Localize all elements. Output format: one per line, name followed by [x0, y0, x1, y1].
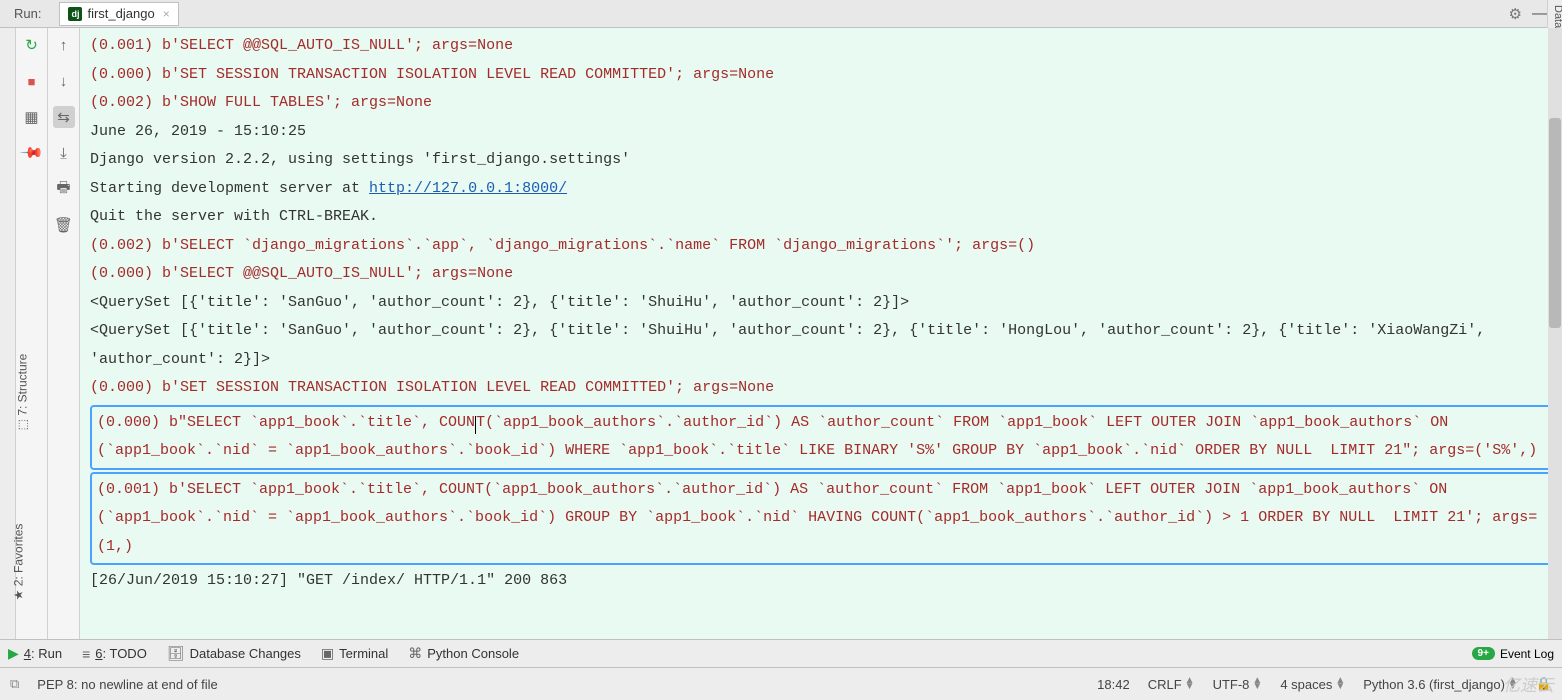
log-line: Django version 2.2.2, using settings 'fi… [90, 146, 1552, 175]
log-line: (0.001) b'SELECT @@SQL_AUTO_IS_NULL'; ar… [90, 32, 1552, 61]
log-line: (0.000) b'SET SESSION TRANSACTION ISOLAT… [90, 374, 1552, 403]
minimize-icon[interactable]: — [1532, 5, 1548, 23]
run-tab[interactable]: dj first_django × [59, 2, 178, 26]
close-icon[interactable]: × [163, 7, 170, 21]
run-bottom-tab[interactable]: ▶4: Run [8, 645, 62, 662]
event-log-tab[interactable]: 9+Event Log [1472, 647, 1554, 661]
soft-wrap-icon[interactable]: ⇆ [53, 106, 75, 128]
log-line: Quit the server with CTRL-BREAK. [90, 203, 1552, 232]
database-icon: 🗄 [167, 645, 185, 662]
terminal-tab[interactable]: ▣Terminal [321, 645, 388, 662]
status-bar: ⧉ PEP 8: no newline at end of file 18:42… [0, 667, 1562, 700]
indent-selector[interactable]: 4 spaces▲▼ [1280, 677, 1345, 692]
left-side-tabs: ⬚ 7: Structure ★ 2: Favorites [0, 28, 16, 639]
list-icon: ≡ [82, 646, 90, 662]
gear-icon[interactable]: ⚙ [1509, 5, 1522, 23]
pin-icon[interactable]: 📌 [16, 137, 47, 168]
main-area: ⬚ 7: Structure ★ 2: Favorites ↻ ■ ▦ 📌 ↑ … [0, 28, 1562, 639]
django-icon: dj [68, 7, 82, 21]
play-icon: ▶ [8, 645, 19, 662]
server-url-link[interactable]: http://127.0.0.1:8000/ [369, 180, 567, 197]
status-icon[interactable]: ⧉ [10, 676, 19, 692]
stop-icon[interactable]: ■ [21, 70, 43, 92]
favorites-side-tab[interactable]: ★ 2: Favorites [11, 524, 25, 601]
watermark: 亿速云 [1503, 671, 1554, 696]
line-ending-selector[interactable]: CRLF▲▼ [1148, 677, 1195, 692]
log-line: (0.001) b'SELECT `app1_book`.`title`, CO… [97, 481, 1537, 555]
terminal-icon: ▣ [321, 645, 334, 662]
bottom-toolbar: ▶4: Run ≡6: TODO 🗄Database Changes ▣Term… [0, 639, 1562, 667]
event-badge-icon: 9+ [1472, 647, 1495, 660]
print-icon[interactable]: 🖶 [53, 178, 75, 200]
console-output[interactable]: (0.001) b'SELECT @@SQL_AUTO_IS_NULL'; ar… [80, 28, 1562, 639]
run-label: Run: [0, 6, 55, 21]
database-changes-tab[interactable]: 🗄Database Changes [167, 645, 301, 662]
tool-window-header: Run: dj first_django × ⚙ — Database [0, 0, 1562, 28]
layout-icon[interactable]: ▦ [21, 106, 43, 128]
python-console-tab[interactable]: ⌘Python Console [408, 645, 519, 662]
right-gutter: Database [1547, 0, 1562, 28]
structure-side-tab[interactable]: ⬚ 7: Structure [15, 354, 29, 431]
log-line: (0.000) b'SELECT @@SQL_AUTO_IS_NULL'; ar… [90, 260, 1552, 289]
scroll-to-end-icon[interactable]: ⤓ [53, 142, 75, 164]
log-line: (0.000) b"SELECT `app1_book`.`title`, CO… [97, 414, 1537, 460]
highlighted-query-2: (0.001) b'SELECT `app1_book`.`title`, CO… [90, 472, 1552, 566]
log-line: <QuerySet [{'title': 'SanGuo', 'author_c… [90, 289, 1552, 318]
python-icon: ⌘ [408, 645, 422, 662]
highlighted-query-1: (0.000) b"SELECT `app1_book`.`title`, CO… [90, 405, 1552, 470]
clear-icon[interactable]: 🗑 [53, 214, 75, 236]
status-message: PEP 8: no newline at end of file [37, 677, 217, 692]
log-line: (0.002) b'SHOW FULL TABLES'; args=None [90, 89, 1552, 118]
down-stack-icon[interactable]: ↓ [53, 70, 75, 92]
tab-label: first_django [87, 6, 154, 21]
log-line: Starting development server at http://12… [90, 175, 1552, 204]
scrollbar-thumb[interactable] [1549, 118, 1561, 328]
status-time: 18:42 [1097, 677, 1130, 692]
log-line: (0.002) b'SELECT `django_migrations`.`ap… [90, 232, 1552, 261]
todo-bottom-tab[interactable]: ≡6: TODO [82, 646, 147, 662]
rerun-icon[interactable]: ↻ [21, 34, 43, 56]
scrollbar-track[interactable] [1548, 28, 1562, 639]
up-stack-icon[interactable]: ↑ [53, 34, 75, 56]
log-line: <QuerySet [{'title': 'SanGuo', 'author_c… [90, 317, 1552, 374]
interpreter-selector[interactable]: Python 3.6 (first_django)▲▼ [1363, 677, 1518, 692]
text-cursor [475, 416, 476, 434]
encoding-selector[interactable]: UTF-8▲▼ [1213, 677, 1263, 692]
run-toolbar-right: ↑ ↓ ⇆ ⤓ 🖶 🗑 [48, 28, 80, 639]
status-right: 18:42 CRLF▲▼ UTF-8▲▼ 4 spaces▲▼ Python 3… [1097, 676, 1552, 692]
log-line: [26/Jun/2019 15:10:27] "GET /index/ HTTP… [90, 567, 1552, 596]
log-line: (0.000) b'SET SESSION TRANSACTION ISOLAT… [90, 61, 1552, 90]
log-line: June 26, 2019 - 15:10:25 [90, 118, 1552, 147]
